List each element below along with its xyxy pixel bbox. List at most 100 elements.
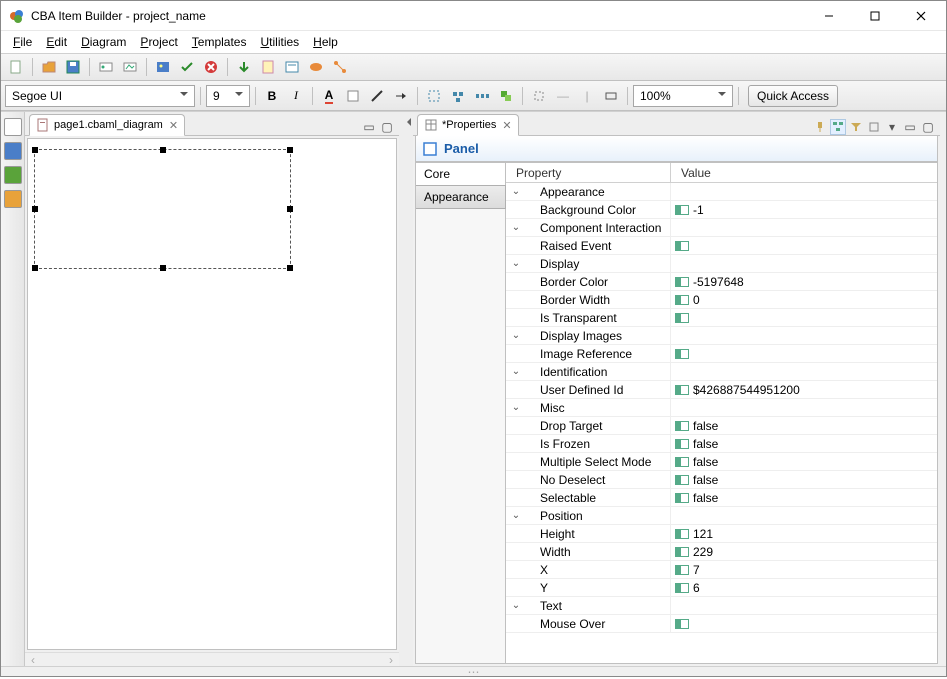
expand-icon[interactable]: ⌄ bbox=[510, 258, 522, 269]
close-icon[interactable]: ✕ bbox=[502, 119, 511, 132]
prop-y[interactable]: Y6 bbox=[506, 579, 937, 597]
prop-multisel[interactable]: Multiple Select Modefalse bbox=[506, 453, 937, 471]
connect-icon[interactable] bbox=[329, 56, 351, 78]
maximize-button[interactable] bbox=[852, 1, 898, 31]
prop-width[interactable]: Width229 bbox=[506, 543, 937, 561]
resize-handle[interactable] bbox=[287, 265, 293, 271]
titlebar[interactable]: CBA Item Builder - project_name bbox=[1, 1, 946, 31]
minimize-button[interactable] bbox=[806, 1, 852, 31]
min-icon[interactable]: ▭ bbox=[902, 119, 918, 135]
menu-edit[interactable]: Edit bbox=[40, 33, 73, 51]
italic-button[interactable]: I bbox=[285, 85, 307, 107]
note-icon[interactable] bbox=[257, 56, 279, 78]
tool-icon-2[interactable] bbox=[119, 56, 141, 78]
group-text[interactable]: ⌄Text bbox=[506, 597, 937, 615]
font-color-button[interactable]: A bbox=[318, 85, 340, 107]
arrow-button[interactable] bbox=[390, 85, 412, 107]
group-display[interactable]: ⌄Display bbox=[506, 255, 937, 273]
expand-icon[interactable]: ⌄ bbox=[510, 510, 522, 521]
resize-handle[interactable] bbox=[32, 147, 38, 153]
rect-icon[interactable] bbox=[600, 85, 622, 107]
resize-handle[interactable] bbox=[287, 147, 293, 153]
expand-icon[interactable]: ⌄ bbox=[510, 600, 522, 611]
expand-icon[interactable]: ⌄ bbox=[510, 330, 522, 341]
minimize-view-icon[interactable]: ▭ bbox=[361, 119, 377, 135]
group-dispimg[interactable]: ⌄Display Images bbox=[506, 327, 937, 345]
quick-access-button[interactable]: Quick Access bbox=[748, 85, 838, 107]
prop-nodeselect[interactable]: No Deselectfalse bbox=[506, 471, 937, 489]
edit-icon[interactable] bbox=[281, 56, 303, 78]
properties-tab[interactable]: *Properties ✕ bbox=[417, 114, 519, 136]
prop-raisedevent[interactable]: Raised Event bbox=[506, 237, 937, 255]
pin-icon[interactable] bbox=[812, 119, 828, 135]
maximize-view-icon[interactable]: ▢ bbox=[379, 119, 395, 135]
close-button[interactable] bbox=[898, 1, 944, 31]
resize-handle[interactable] bbox=[160, 147, 166, 153]
fill-color-button[interactable] bbox=[342, 85, 364, 107]
menu-file[interactable]: File bbox=[7, 33, 38, 51]
resize-handle[interactable] bbox=[160, 265, 166, 271]
palette-item-2[interactable] bbox=[4, 142, 22, 160]
editor-scrollbar[interactable]: ‹› bbox=[25, 652, 399, 666]
prop-bordercolor[interactable]: Border Color-5197648 bbox=[506, 273, 937, 291]
menu-templates[interactable]: Templates bbox=[186, 33, 253, 51]
group-misc[interactable]: ⌄Misc bbox=[506, 399, 937, 417]
category-appearance[interactable]: Appearance bbox=[415, 185, 506, 209]
resize-handle[interactable] bbox=[32, 265, 38, 271]
tool-icon-1[interactable] bbox=[95, 56, 117, 78]
group-appearance[interactable]: ⌄Appearance bbox=[506, 183, 937, 201]
expand-icon[interactable]: ⌄ bbox=[510, 186, 522, 197]
editor-tab[interactable]: page1.cbaml_diagram ✕ bbox=[29, 114, 185, 136]
prop-mouseover[interactable]: Mouse Over bbox=[506, 615, 937, 633]
restore-icon[interactable] bbox=[866, 119, 882, 135]
tree-icon[interactable] bbox=[830, 119, 846, 135]
bold-button[interactable]: B bbox=[261, 85, 283, 107]
new-icon[interactable] bbox=[5, 56, 27, 78]
line-color-button[interactable] bbox=[366, 85, 388, 107]
group-tool-icon[interactable] bbox=[495, 85, 517, 107]
distribute-tool-icon[interactable] bbox=[471, 85, 493, 107]
prop-istransparent[interactable]: Is Transparent bbox=[506, 309, 937, 327]
menu-icon[interactable]: ▾ bbox=[884, 119, 900, 135]
prop-selectable[interactable]: Selectablefalse bbox=[506, 489, 937, 507]
prop-userid[interactable]: User Defined Id$426887544951200 bbox=[506, 381, 937, 399]
filter-icon[interactable] bbox=[848, 119, 864, 135]
max-icon[interactable]: ▢ bbox=[920, 119, 936, 135]
font-select[interactable]: Segoe UI bbox=[5, 85, 195, 107]
resize-handle[interactable] bbox=[287, 206, 293, 212]
menu-utilities[interactable]: Utilities bbox=[254, 33, 305, 51]
crop-tool-icon[interactable] bbox=[528, 85, 550, 107]
prop-droptarget[interactable]: Drop Targetfalse bbox=[506, 417, 937, 435]
save-icon[interactable] bbox=[62, 56, 84, 78]
palette-item-1[interactable] bbox=[4, 118, 22, 136]
editor-canvas[interactable] bbox=[27, 138, 397, 650]
hline-icon[interactable]: — bbox=[552, 85, 574, 107]
prop-imageref[interactable]: Image Reference bbox=[506, 345, 937, 363]
col-property[interactable]: Property bbox=[506, 163, 671, 182]
expand-icon[interactable]: ⌄ bbox=[510, 366, 522, 377]
image-icon[interactable] bbox=[152, 56, 174, 78]
menu-help[interactable]: Help bbox=[307, 33, 344, 51]
prop-height[interactable]: Height121 bbox=[506, 525, 937, 543]
expand-icon[interactable]: ⌄ bbox=[510, 222, 522, 233]
selected-panel-object[interactable] bbox=[34, 149, 291, 269]
resize-handle[interactable] bbox=[32, 206, 38, 212]
prop-isfrozen[interactable]: Is Frozenfalse bbox=[506, 435, 937, 453]
open-icon[interactable] bbox=[38, 56, 60, 78]
prop-bgcolor[interactable]: Background Color-1 bbox=[506, 201, 937, 219]
palette-item-3[interactable] bbox=[4, 166, 22, 184]
palette-item-4[interactable] bbox=[4, 190, 22, 208]
group-ident[interactable]: ⌄Identification bbox=[506, 363, 937, 381]
group-position[interactable]: ⌄Position bbox=[506, 507, 937, 525]
prop-x[interactable]: X7 bbox=[506, 561, 937, 579]
close-icon[interactable]: ✕ bbox=[169, 119, 178, 132]
category-core[interactable]: Core bbox=[416, 163, 505, 186]
group-compint[interactable]: ⌄Component Interaction bbox=[506, 219, 937, 237]
align-tool-icon[interactable] bbox=[447, 85, 469, 107]
error-icon[interactable] bbox=[200, 56, 222, 78]
down-arrow-icon[interactable] bbox=[233, 56, 255, 78]
splitter[interactable] bbox=[399, 112, 413, 666]
size-select[interactable]: 9 bbox=[206, 85, 250, 107]
check-icon[interactable] bbox=[176, 56, 198, 78]
select-tool-icon[interactable] bbox=[423, 85, 445, 107]
